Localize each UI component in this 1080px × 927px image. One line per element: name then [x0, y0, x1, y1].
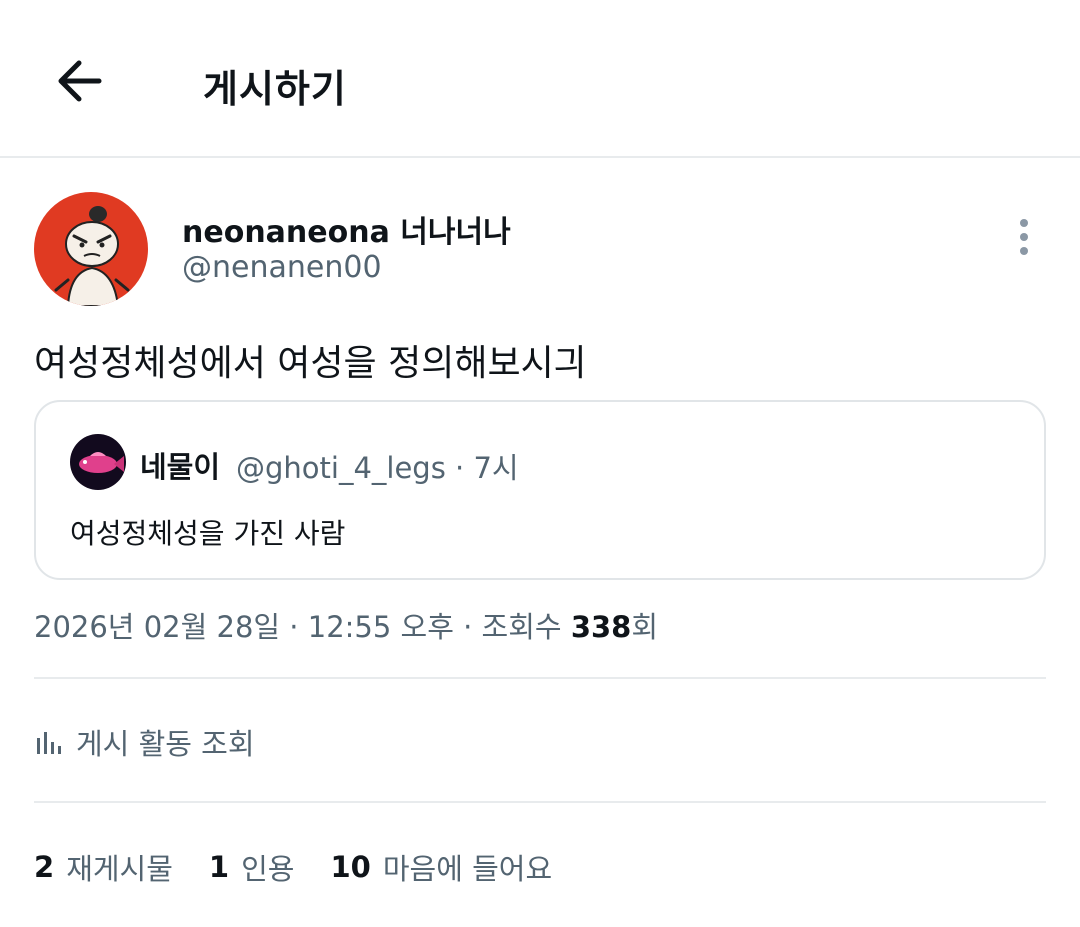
likes-count: 10 [330, 850, 371, 884]
quoted-author-name: 네물이 [140, 450, 221, 484]
likes-stat[interactable]: 10 마음에 들어요 [330, 846, 552, 888]
more-options-button[interactable] [1004, 214, 1044, 260]
likes-label: 마음에 들어요 [382, 852, 553, 886]
view-count: 338 [570, 610, 632, 644]
top-bar: 게시하기 [0, 0, 1080, 158]
more-vertical-icon [1020, 219, 1028, 255]
reposts-stat[interactable]: 2 재게시물 [34, 846, 173, 888]
arrow-left-icon [58, 60, 102, 102]
avatar-image [34, 192, 148, 306]
post-datetime[interactable]: 2026년 02월 28일 · 12:55 오후 · 조회수 [34, 610, 571, 644]
post-text: 여성정체성에서 여성을 정의해보시긔 [34, 343, 587, 384]
fish-avatar-image [70, 434, 126, 490]
quoted-author-avatar [70, 434, 126, 490]
analytics-icon [37, 732, 61, 754]
post-activity-link[interactable]: 게시 활동 조회 [34, 722, 255, 762]
reposts-label: 재게시물 [66, 852, 173, 886]
quotes-label: 인용 [241, 852, 295, 886]
post-activity-label: 게시 활동 조회 [76, 727, 255, 761]
quoted-author-handle: @ghoti_4_legs · 7시 [236, 451, 519, 485]
author-handle[interactable]: @nenanen00 [182, 250, 382, 285]
quotes-count: 1 [208, 850, 230, 884]
author-display-name[interactable]: neonaneona 너나너나 [182, 207, 511, 251]
engagement-stats: 2 재게시물 1 인용 10 마음에 들어요 [34, 846, 588, 888]
page-title: 게시하기 [203, 67, 347, 111]
quoted-post-text: 여성정체성을 가진 사람 [70, 517, 346, 550]
quotes-stat[interactable]: 1 인용 [209, 846, 295, 888]
author-avatar[interactable] [34, 192, 148, 306]
divider [34, 801, 1046, 803]
quoted-post[interactable]: 네물이 @ghoti_4_legs · 7시 여성정체성을 가진 사람 [34, 400, 1046, 580]
reposts-count: 2 [34, 850, 55, 884]
view-count-suffix: 회 [631, 610, 659, 644]
back-button[interactable] [48, 50, 110, 112]
post-meta: 2026년 02월 28일 · 12:55 오후 · 조회수 338회 [34, 604, 658, 646]
divider [34, 677, 1046, 679]
